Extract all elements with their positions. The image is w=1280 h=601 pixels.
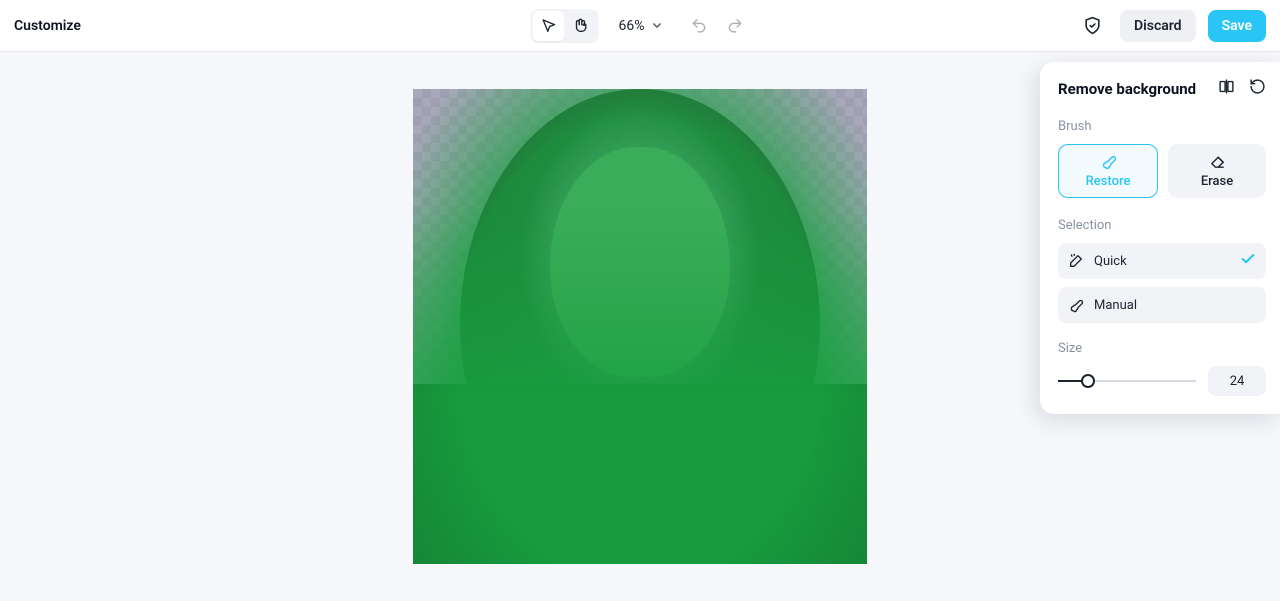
chevron-down-icon [651, 19, 664, 32]
toolbar-left: Customize [14, 18, 81, 34]
undo-icon [690, 17, 707, 34]
size-row: 24 [1058, 366, 1266, 396]
redo-button[interactable] [720, 11, 750, 41]
workspace: Remove background Brush Restore Erase Se… [0, 52, 1280, 601]
hand-icon [573, 18, 589, 34]
toolbar-center: 66% [531, 9, 750, 43]
zoom-dropdown[interactable]: 66% [613, 14, 670, 38]
panel-header: Remove background [1058, 78, 1266, 99]
shield-icon [1083, 16, 1102, 35]
selection-manual-label: Manual [1094, 298, 1137, 313]
brush-icon [1068, 297, 1084, 313]
history-group [684, 11, 750, 41]
zoom-value: 66% [619, 18, 645, 34]
slider-thumb[interactable] [1081, 374, 1095, 388]
restore-brush-button[interactable]: Restore [1058, 144, 1158, 198]
size-slider[interactable] [1058, 371, 1196, 391]
top-toolbar: Customize 66% [0, 0, 1280, 52]
pointer-icon [541, 18, 557, 34]
image-canvas[interactable] [413, 89, 867, 564]
selection-quick-label: Quick [1094, 254, 1127, 269]
discard-button[interactable]: Discard [1120, 10, 1196, 42]
save-button[interactable]: Save [1208, 10, 1266, 42]
shield-button[interactable] [1076, 10, 1108, 42]
erase-brush-button[interactable]: Erase [1168, 144, 1266, 198]
selection-section-label: Selection [1058, 218, 1266, 233]
toolbar-right: Discard Save [1076, 10, 1266, 42]
reset-button[interactable] [1249, 78, 1266, 99]
panel-header-actions [1218, 78, 1266, 99]
restore-brush-icon [1100, 153, 1117, 170]
compare-icon [1218, 78, 1235, 95]
undo-button[interactable] [684, 11, 714, 41]
brush-section-label: Brush [1058, 119, 1266, 134]
cursor-mode-group [531, 9, 599, 43]
check-icon [1240, 251, 1256, 267]
redo-icon [726, 17, 743, 34]
magic-brush-icon [1068, 253, 1084, 269]
size-value: 24 [1230, 374, 1245, 389]
page-title: Customize [14, 18, 81, 34]
restore-mask-overlay [413, 89, 867, 564]
selection-quick[interactable]: Quick [1058, 243, 1266, 279]
brush-mode-row: Restore Erase [1058, 144, 1266, 198]
pointer-tool[interactable] [533, 11, 565, 41]
selection-list: Quick Manual [1058, 243, 1266, 323]
remove-background-panel: Remove background Brush Restore Erase Se… [1040, 62, 1280, 414]
hand-tool[interactable] [565, 11, 597, 41]
erase-brush-label: Erase [1201, 174, 1233, 189]
size-section-label: Size [1058, 341, 1266, 356]
erase-brush-icon [1209, 153, 1226, 170]
size-value-box[interactable]: 24 [1208, 366, 1266, 396]
selection-quick-check [1240, 251, 1256, 271]
selection-manual[interactable]: Manual [1058, 287, 1266, 323]
panel-title: Remove background [1058, 80, 1196, 98]
reset-icon [1249, 78, 1266, 95]
restore-brush-label: Restore [1086, 174, 1131, 189]
compare-button[interactable] [1218, 78, 1235, 99]
